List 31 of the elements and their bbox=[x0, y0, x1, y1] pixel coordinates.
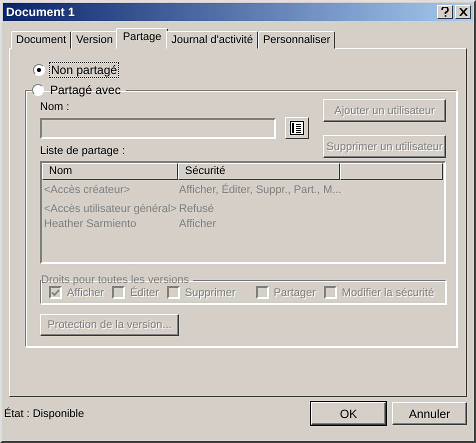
table-cell-text: <Accès créateur> bbox=[43, 183, 132, 198]
field-label: Nom : bbox=[40, 101, 70, 113]
group-title: Droits pour toutes les versions bbox=[41, 274, 190, 286]
tab[interactable]: Partage bbox=[116, 28, 168, 49]
tab[interactable]: Personnaliser bbox=[258, 31, 336, 49]
radio-label[interactable]: Partagé avec bbox=[49, 83, 122, 97]
radio-button[interactable] bbox=[32, 84, 44, 96]
column-header[interactable]: Nom bbox=[42, 163, 178, 180]
question-mark-icon bbox=[441, 7, 449, 17]
column-header[interactable]: Sécurité bbox=[178, 163, 340, 180]
radio-button[interactable] bbox=[33, 64, 45, 76]
tab[interactable]: Version bbox=[71, 31, 118, 49]
close-icon bbox=[458, 8, 468, 16]
table-cell: Afficher bbox=[178, 217, 216, 232]
table-cell: Refusé bbox=[178, 202, 214, 217]
cancel-button[interactable]: Annuler bbox=[392, 402, 467, 425]
address-book-icon bbox=[290, 121, 304, 135]
column-header[interactable] bbox=[340, 163, 443, 180]
tab[interactable]: Document bbox=[11, 31, 72, 49]
ok-button[interactable]: OK bbox=[311, 402, 386, 425]
help-button[interactable] bbox=[437, 5, 453, 19]
status-text: État : Disponible bbox=[4, 408, 84, 420]
address-book-button[interactable] bbox=[285, 117, 309, 139]
table-cell-text: Heather Sarmiento bbox=[43, 217, 138, 232]
tab[interactable]: Journal d'activité bbox=[166, 31, 258, 49]
radio-label[interactable]: Non partagé bbox=[50, 63, 118, 77]
table-cell-text: <Accès utilisateur général> bbox=[43, 202, 178, 217]
table-cell: Afficher, Éditer, Suppr., Part., M... bbox=[178, 183, 342, 198]
list-label: Liste de partage : bbox=[40, 145, 126, 157]
window-title: Document 1 bbox=[6, 5, 76, 19]
close-button[interactable] bbox=[455, 5, 471, 19]
